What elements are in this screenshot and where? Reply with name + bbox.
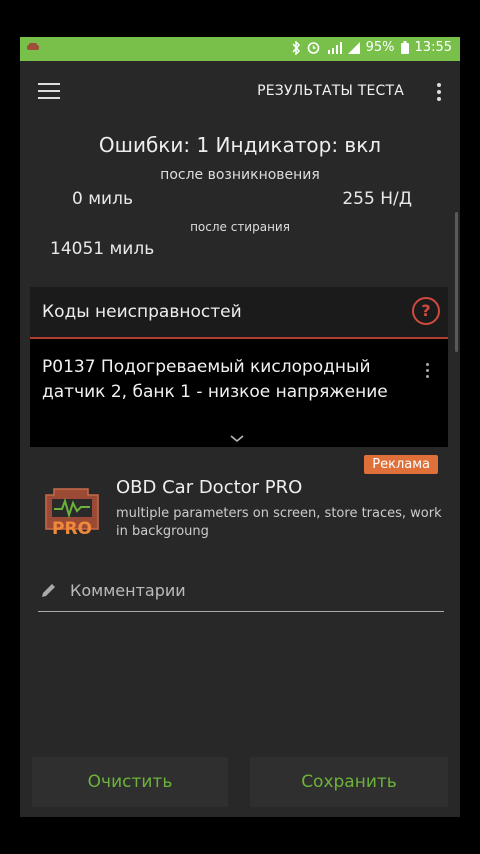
alarm-icon: [307, 42, 319, 54]
app-screen: 95% 13:55 РЕЗУЛЬТАТЫ ТЕСТА Ошибки: 1 Инд…: [20, 37, 460, 817]
chevron-down-icon[interactable]: [230, 435, 244, 443]
ad-badge: Реклама: [364, 455, 438, 474]
miles-since-value: 0 миль: [72, 189, 133, 209]
trouble-code-text: P0137 Подогреваемый кислородный датчик 2…: [42, 357, 388, 402]
comment-placeholder: Комментарии: [70, 581, 186, 600]
battery-icon: [400, 41, 409, 54]
pencil-icon: [42, 584, 55, 597]
ad-description: multiple parameters on screen, store tra…: [116, 506, 442, 539]
trouble-code-item[interactable]: P0137 Подогреваемый кислородный датчик 2…: [30, 339, 448, 447]
logo-pro-text: PRO: [52, 519, 92, 537]
scrollbar-thumb[interactable]: [455, 212, 458, 352]
help-icon[interactable]: ?: [412, 297, 440, 325]
battery-percent: 95%: [365, 40, 395, 55]
save-button[interactable]: Сохранить: [250, 757, 448, 807]
overflow-menu-icon[interactable]: [436, 83, 442, 101]
code-options-icon[interactable]: [426, 363, 430, 381]
miles-total-value: 14051 миль: [50, 239, 155, 259]
after-occurrence-label: после возникновения: [160, 167, 320, 183]
errors-indicator-line: Ошибки: 1 Индикатор: вкл: [98, 133, 382, 157]
trouble-codes-title: Коды неисправностей: [42, 302, 242, 322]
status-time: 13:55: [414, 40, 452, 55]
after-clear-label: после стирания: [190, 220, 290, 234]
app-bar: РЕЗУЛЬТАТЫ ТЕСТА: [20, 61, 460, 123]
clear-button[interactable]: Очистить: [32, 757, 228, 807]
signal-icon: [327, 41, 342, 54]
hamburger-menu-icon[interactable]: [38, 83, 60, 101]
trouble-codes-header: Коды неисправностей ?: [30, 287, 448, 339]
ad-title[interactable]: OBD Car Doctor PRO: [116, 477, 302, 498]
obd-doctor-logo-icon[interactable]: PRO: [40, 481, 104, 537]
comment-field[interactable]: Комментарии: [38, 577, 444, 612]
signal-bars-icon: [347, 41, 360, 54]
bluetooth-icon: [292, 40, 300, 55]
car-notification-icon: [27, 43, 39, 50]
nd-value: 255 Н/Д: [342, 189, 412, 209]
page-title: РЕЗУЛЬТАТЫ ТЕСТА: [257, 83, 404, 99]
status-bar: 95% 13:55: [20, 37, 460, 61]
